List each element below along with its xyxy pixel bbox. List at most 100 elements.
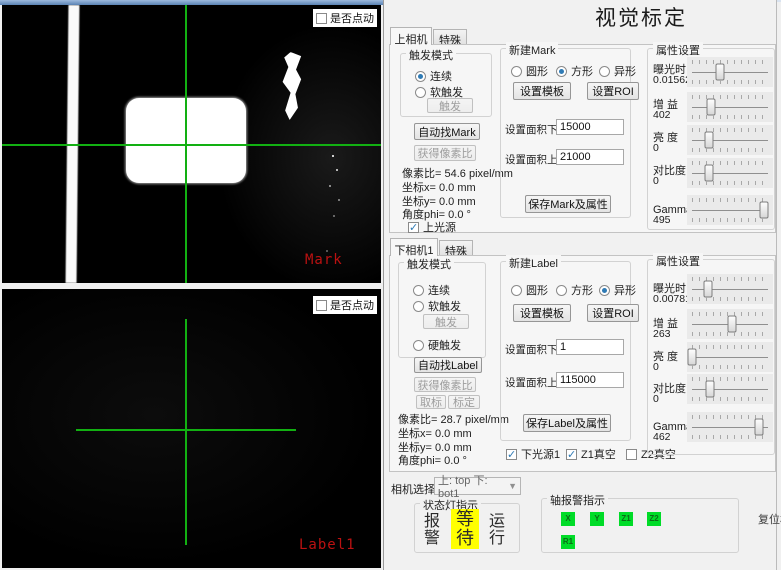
axis-indicator-y: Y <box>590 512 604 526</box>
get-pixel-ratio-button-upper[interactable]: 获得像素比 <box>414 145 476 161</box>
jog-checkbox-bottom[interactable]: 是否点动 <box>313 296 377 314</box>
radio-square-lower[interactable]: 方形 <box>556 282 593 298</box>
slider-gamma-value: 495 <box>653 214 671 226</box>
radio-indicator <box>556 285 567 296</box>
tab-upper-camera[interactable]: 上相机 <box>390 27 432 45</box>
bottom-light-checkbox[interactable]: 下光源1 <box>506 446 560 462</box>
status-light-running: 运行 <box>487 513 507 547</box>
radio-irregular-upper[interactable]: 异形 <box>599 63 636 79</box>
trigger-button-lower[interactable]: 触发 <box>423 314 469 329</box>
camera-speckles <box>332 155 334 157</box>
area-upper-input-lower[interactable]: 115000 <box>556 372 624 388</box>
slider-gamma-upper[interactable] <box>687 195 773 225</box>
radio-indicator <box>511 66 522 77</box>
axis-indicator-z2: Z2 <box>647 512 661 526</box>
radio-hard-trigger-lower[interactable]: 硬触发 <box>413 337 461 353</box>
slider-ticks <box>692 60 768 64</box>
axis-indicator-r1: R1 <box>561 535 575 549</box>
camera-tag-mark: Mark <box>305 252 343 268</box>
page-title: 视觉标定 <box>595 2 687 32</box>
top-camera-view[interactable]: 是否点动 Mark <box>2 5 381 283</box>
radio-square-upper[interactable]: 方形 <box>556 63 593 79</box>
slider-gain-value: 402 <box>653 109 671 121</box>
radio-indicator <box>415 71 426 82</box>
axis-alarm-group: 轴报警指示 X Y Z1 Z2 R1 <box>541 498 739 553</box>
area-lower-input-upper[interactable]: 15000 <box>556 119 624 135</box>
status-light-waiting: 等待 <box>451 509 479 549</box>
calibrate-button[interactable]: 标定 <box>448 395 480 409</box>
slider-thumb[interactable] <box>688 349 697 366</box>
slider-contrast-lower[interactable] <box>687 374 773 404</box>
tab-lower-camera[interactable]: 下相机1 <box>390 238 438 256</box>
slider-exposure-lower[interactable] <box>687 274 773 304</box>
checkbox-label: 上光源 <box>423 219 456 235</box>
slider-thumb[interactable] <box>704 132 713 149</box>
auto-find-mark-button[interactable]: 自动找Mark <box>414 123 480 140</box>
slider-thumb[interactable] <box>706 381 715 398</box>
tab-upper-special[interactable]: 特殊 <box>433 29 467 45</box>
z1-vacuum-checkbox[interactable]: Z1真空 <box>566 446 616 462</box>
get-pixel-ratio-button-lower[interactable]: 获得像素比 <box>414 377 476 392</box>
radio-indicator <box>599 66 610 77</box>
radio-circle-lower[interactable]: 圆形 <box>511 282 548 298</box>
set-roi-button-lower[interactable]: 设置ROI <box>587 304 639 322</box>
slider-thumb[interactable] <box>703 281 712 298</box>
group-title: 属性设置 <box>653 253 703 269</box>
slider-exposure-upper[interactable] <box>687 57 773 87</box>
set-template-button-lower[interactable]: 设置模板 <box>513 304 571 322</box>
slider-thumb[interactable] <box>707 99 716 116</box>
tab-lower-special[interactable]: 特殊 <box>439 240 473 256</box>
camera-select-dropdown[interactable]: 上: top 下: bot1 ▼ <box>434 477 521 495</box>
radio-label: 方形 <box>571 63 593 79</box>
pick-mark-button[interactable]: 取标 <box>416 395 446 409</box>
camera-tag-label1: Label1 <box>299 537 356 553</box>
lower-trigger-group: 触发模式 连续 软触发 触发 硬触发 <box>398 262 486 358</box>
trigger-button-upper[interactable]: 触发 <box>427 98 473 113</box>
auto-find-label-button[interactable]: 自动找Label <box>414 357 482 373</box>
slider-thumb[interactable] <box>760 202 769 219</box>
group-title: 触发模式 <box>404 256 454 272</box>
radio-soft-trigger-lower[interactable]: 软触发 <box>413 298 461 314</box>
bottom-camera-view[interactable]: 是否点动 Label1 <box>2 289 381 568</box>
radio-irregular-lower[interactable]: 异形 <box>599 282 636 298</box>
slider-brightness-upper[interactable] <box>687 125 773 155</box>
slider-ticks <box>692 95 768 99</box>
slider-ticks <box>692 148 768 152</box>
save-mark-button[interactable]: 保存Mark及属性 <box>525 195 611 213</box>
save-label-button[interactable]: 保存Label及属性 <box>523 414 611 432</box>
slider-thumb[interactable] <box>704 165 713 182</box>
top-light-checkbox[interactable]: 上光源 <box>408 219 456 235</box>
slider-gain-lower[interactable] <box>687 309 773 339</box>
new-label-group: 新建Label 圆形 方形 异形 设置模板 设置ROI 设置面积下限 1 设置面… <box>500 261 631 441</box>
upper-properties-group: 属性设置 曝光时间 0.015625 增 益 402 亮 度 <box>647 48 775 230</box>
slider-ticks <box>692 365 768 369</box>
radio-label: 连续 <box>428 282 450 298</box>
area-upper-input-upper[interactable]: 21000 <box>556 149 624 165</box>
slider-track <box>692 357 768 358</box>
radio-indicator <box>556 66 567 77</box>
checkbox-indicator <box>566 449 577 460</box>
slider-ticks <box>692 297 768 301</box>
slider-ticks <box>692 218 768 222</box>
slider-contrast-upper[interactable] <box>687 158 773 188</box>
radio-continuous-upper[interactable]: 连续 <box>415 68 452 84</box>
radio-indicator <box>413 301 424 312</box>
set-roi-button-upper[interactable]: 设置ROI <box>587 82 639 100</box>
jog-checkbox-top[interactable]: 是否点动 <box>313 9 377 27</box>
slider-track <box>692 107 768 108</box>
set-template-button-upper[interactable]: 设置模板 <box>513 82 571 100</box>
checkbox-indicator <box>316 300 327 311</box>
slider-gain-upper[interactable] <box>687 92 773 122</box>
slider-thumb[interactable] <box>715 64 724 81</box>
slider-brightness-lower[interactable] <box>687 342 773 372</box>
slider-thumb[interactable] <box>755 419 764 436</box>
slider-thumb[interactable] <box>727 316 736 333</box>
slider-gamma-value: 462 <box>653 431 671 443</box>
radio-circle-upper[interactable]: 圆形 <box>511 63 548 79</box>
radio-continuous-lower[interactable]: 连续 <box>413 282 450 298</box>
area-lower-input-lower[interactable]: 1 <box>556 339 624 355</box>
slider-gamma-lower[interactable] <box>687 412 773 442</box>
chevron-down-icon: ▼ <box>508 481 517 491</box>
radio-indicator <box>599 285 610 296</box>
slider-brightness-value: 0 <box>653 361 659 373</box>
